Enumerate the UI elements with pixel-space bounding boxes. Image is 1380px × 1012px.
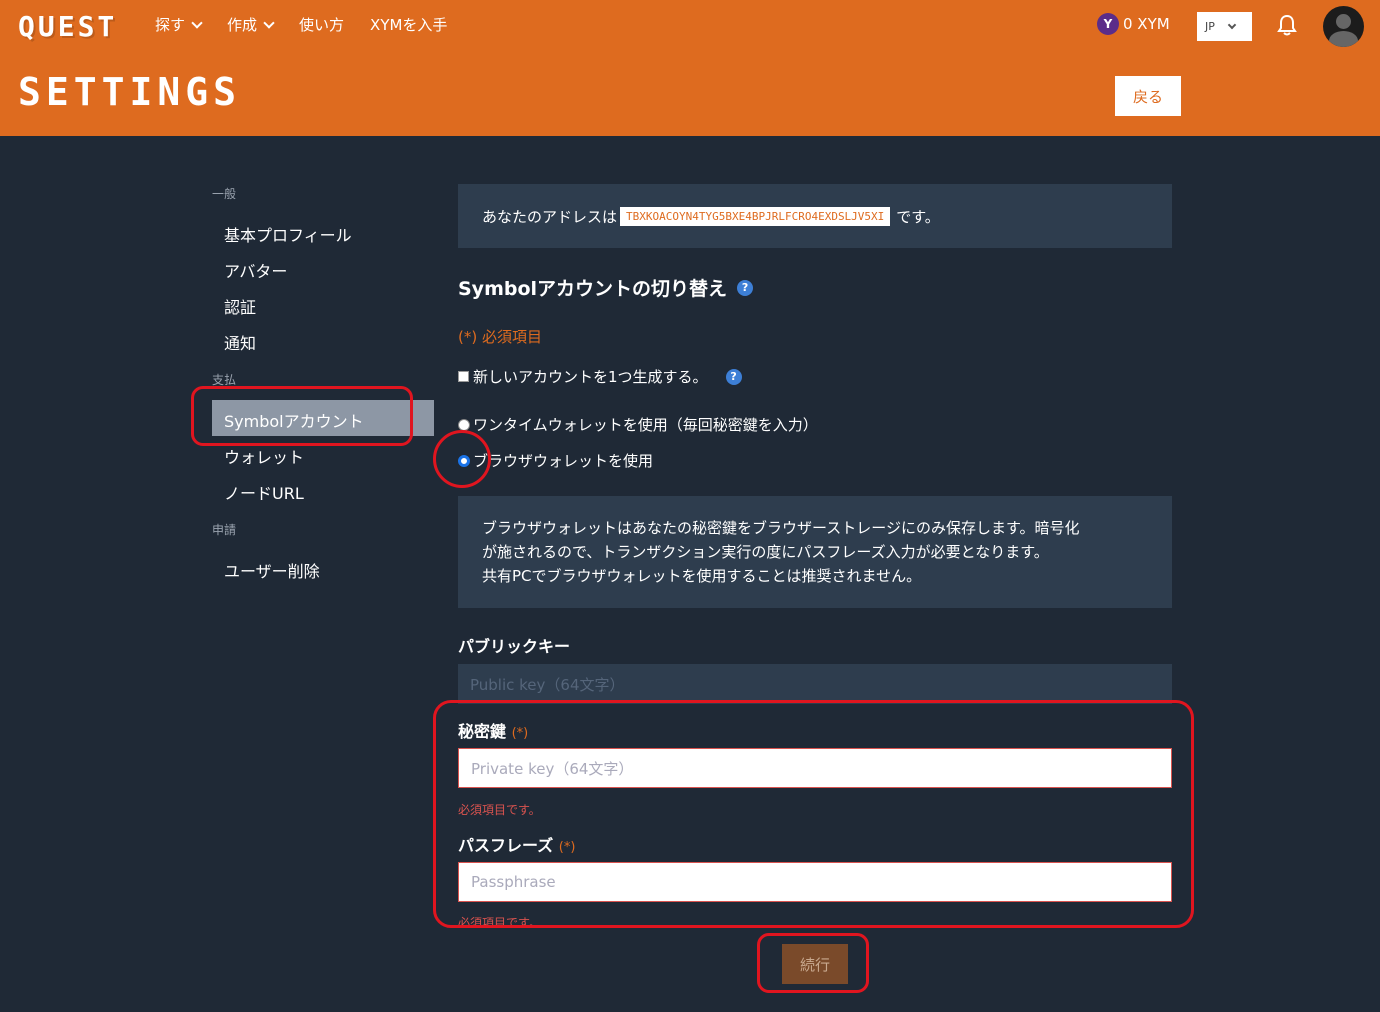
sidebar-item-avatar[interactable]: アバター (224, 258, 287, 282)
required-note: (*) 必須項目 (458, 328, 542, 346)
radio-browser-label: ブラウザウォレットを使用 (473, 452, 654, 470)
main-nav: 探す 作成 使い方 XYMを入手 (155, 14, 447, 35)
back-button[interactable]: 戻る (1115, 76, 1181, 116)
top-header: QUEST 探す 作成 使い方 XYMを入手 Y 0 XYM JP SETTIN… (0, 0, 1380, 136)
chevron-down-icon (263, 16, 275, 29)
info-line-1: ブラウザウォレットはあなたの秘密鍵をブラウザーストレージにのみ保存します。暗号化 (482, 519, 1080, 537)
xym-balance-value: 0 XYM (1123, 15, 1170, 33)
nav-get-xym-label: XYMを入手 (370, 16, 448, 34)
new-account-checkbox-label: 新しいアカウントを1つ生成する。 (473, 368, 708, 386)
symbol-icon: Y (1097, 13, 1119, 35)
chevron-down-icon (191, 16, 203, 29)
passphrase-label: パスフレーズ (*) (458, 832, 575, 856)
nav-howto[interactable]: 使い方 (299, 14, 344, 35)
help-icon[interactable]: ? (737, 279, 754, 296)
private-key-label-text: 秘密鍵 (458, 722, 507, 741)
passphrase-label-text: パスフレーズ (458, 836, 554, 855)
address-prefix: あなたのアドレスは (482, 207, 618, 226)
nav-create-label: 作成 (227, 16, 258, 34)
radio-browser[interactable] (458, 454, 470, 467)
address-box: あなたのアドレスは TBXKOACOYN4TYG5BXE4BPJRLFCRO4E… (458, 184, 1172, 248)
radio-onetime-wallet[interactable]: ワンタイムウォレットを使用（毎回秘密鍵を入力） (458, 414, 818, 435)
public-key-placeholder: Public key（64文字） (470, 675, 625, 694)
private-key-label: 秘密鍵 (*) (458, 718, 528, 742)
passphrase-placeholder: Passphrase (471, 873, 556, 891)
sidebar-item-delete-user[interactable]: ユーザー削除 (224, 558, 320, 582)
nav-howto-label: 使い方 (299, 16, 345, 34)
radio-onetime-label: ワンタイムウォレットを使用（毎回秘密鍵を入力） (473, 416, 818, 434)
section-title-text: Symbolアカウントの切り替え (458, 278, 728, 300)
public-key-input: Public key（64文字） (458, 664, 1172, 704)
xym-balance[interactable]: Y 0 XYM (1097, 13, 1170, 35)
passphrase-input[interactable]: Passphrase (458, 862, 1172, 902)
account-address: TBXKOACOYN4TYG5BXE4BPJRLFCRO4EXDSLJV5XI (620, 206, 891, 226)
new-account-checkbox[interactable] (458, 371, 469, 382)
required-mark: (*) (558, 840, 576, 855)
address-suffix: です。 (896, 207, 940, 226)
info-line-2: が施されるので、トランザクション実行の度にパスフレーズ入力が必要となります。 (482, 543, 1049, 561)
section-title: Symbolアカウントの切り替え ? (458, 274, 754, 301)
language-value: JP (1205, 20, 1215, 33)
nav-explore[interactable]: 探す (155, 14, 203, 35)
sidebar-section-application: 申請 (212, 523, 237, 537)
avatar-body (1329, 31, 1358, 47)
radio-onetime[interactable] (458, 418, 470, 431)
required-mark: (*) (511, 726, 529, 741)
quest-logo[interactable]: QUEST (18, 10, 117, 43)
sidebar-item-notifications[interactable]: 通知 (224, 330, 256, 354)
chevron-down-icon (1227, 20, 1237, 29)
language-select[interactable]: JP (1197, 12, 1252, 41)
sidebar-item-wallet[interactable]: ウォレット (224, 444, 304, 468)
avatar-head (1336, 14, 1351, 29)
sidebar-item-symbol-account-label: Symbolアカウント (224, 412, 364, 431)
sidebar-section-payment: 支払 (212, 373, 237, 387)
radio-browser-wallet[interactable]: ブラウザウォレットを使用 (458, 450, 653, 471)
sidebar-section-general: 一般 (212, 187, 237, 201)
nav-get-xym[interactable]: XYMを入手 (370, 14, 447, 35)
private-key-input[interactable]: Private key（64文字） (458, 748, 1172, 788)
bell-icon[interactable] (1277, 14, 1297, 36)
private-key-placeholder: Private key（64文字） (471, 759, 634, 778)
avatar[interactable] (1323, 6, 1364, 47)
passphrase-error: 必須項目です。 (458, 916, 541, 926)
sidebar-item-profile[interactable]: 基本プロフィール (224, 222, 352, 246)
new-account-checkbox-row[interactable]: 新しいアカウントを1つ生成する。 ? (458, 366, 742, 387)
continue-button[interactable]: 続行 (782, 944, 848, 984)
page-title: SETTINGS (18, 70, 242, 114)
sidebar-item-node-url[interactable]: ノードURL (224, 480, 304, 504)
help-icon[interactable]: ? (725, 368, 742, 385)
nav-explore-label: 探す (155, 16, 186, 34)
sidebar-item-auth[interactable]: 認証 (224, 294, 256, 318)
browser-wallet-info: ブラウザウォレットはあなたの秘密鍵をブラウザーストレージにのみ保存します。暗号化… (458, 496, 1172, 608)
public-key-label: パブリックキー (458, 637, 571, 656)
sidebar-item-symbol-account[interactable]: Symbolアカウント (212, 400, 434, 436)
info-line-3: 共有PCでブラウザウォレットを使用することは推奨されません。 (482, 567, 922, 585)
private-key-error: 必須項目です。 (458, 803, 541, 817)
nav-create[interactable]: 作成 (227, 14, 275, 35)
